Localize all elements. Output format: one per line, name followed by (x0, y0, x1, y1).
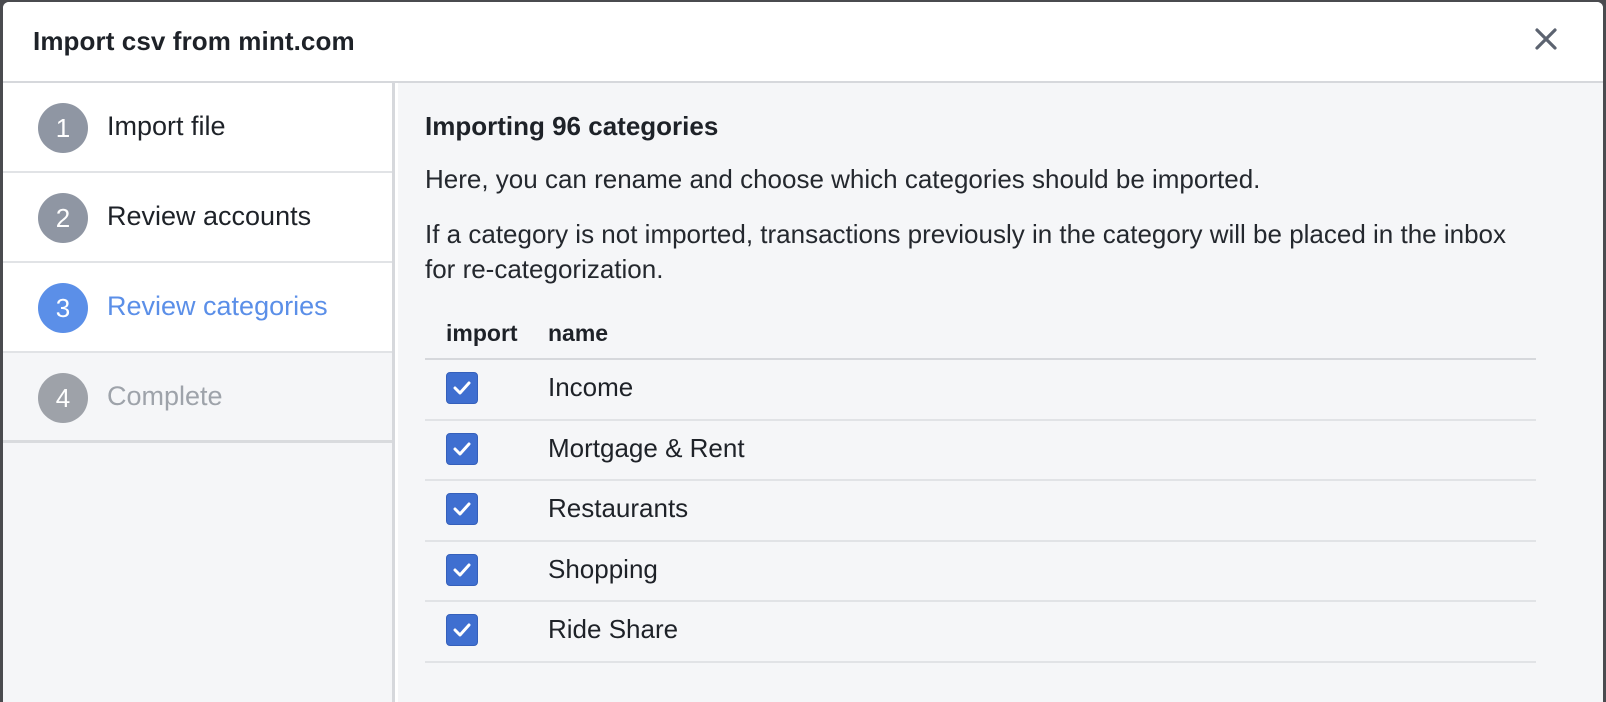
steps-sidebar: 1 Import file 2 Review accounts 3 Review… (3, 83, 395, 702)
category-name[interactable]: Shopping (548, 554, 658, 585)
modal-header: Import csv from mint.com (3, 2, 1603, 83)
checkmark-icon (453, 623, 471, 637)
step-review-accounts[interactable]: 2 Review accounts (3, 173, 392, 263)
step-label: Review accounts (107, 201, 312, 231)
close-button[interactable] (1531, 24, 1561, 54)
table-row: Income (425, 360, 1536, 421)
description-not-imported: If a category is not imported, transacti… (425, 219, 1507, 284)
step-label: Import file (107, 111, 226, 141)
checkmark-icon (453, 381, 471, 395)
checkmark-icon (453, 563, 471, 576)
step-label: Review categories (107, 291, 328, 321)
step-number-badge: 4 (38, 373, 88, 423)
step-number-badge: 1 (38, 103, 88, 153)
main-content: Importing 96 categories Here, you can re… (398, 83, 1603, 702)
import-checkbox[interactable] (446, 553, 478, 586)
column-header-import: import (446, 320, 518, 346)
section-title: Importing 96 categories (425, 111, 719, 141)
checkmark-icon (453, 502, 471, 516)
import-modal: Import csv from mint.com 1 Import file 2… (3, 2, 1603, 702)
import-checkbox[interactable] (446, 614, 478, 646)
step-complete: 4 Complete (3, 353, 392, 443)
category-name[interactable]: Mortgage & Rent (548, 433, 745, 464)
checkmark-icon (453, 442, 471, 455)
table-row: Mortgage & Rent (425, 421, 1536, 481)
category-name[interactable]: Restaurants (548, 493, 688, 524)
step-number-badge: 2 (38, 193, 88, 243)
step-import-file[interactable]: 1 Import file (3, 83, 392, 173)
table-row: Restaurants (425, 481, 1536, 542)
table-row: Shopping (425, 542, 1536, 602)
step-label: Complete (107, 381, 223, 411)
close-icon (1535, 28, 1557, 50)
table-row: Ride Share (425, 602, 1536, 663)
table-header: import name (425, 313, 1536, 360)
step-number-badge: 3 (38, 283, 88, 333)
column-header-name: name (548, 320, 609, 346)
modal-title: Import csv from mint.com (33, 26, 355, 56)
categories-table: import name Income Mortgage & Rent Resta… (425, 313, 1536, 663)
import-checkbox[interactable] (446, 372, 478, 404)
category-name[interactable]: Income (548, 372, 633, 403)
category-name[interactable]: Ride Share (548, 614, 678, 645)
import-checkbox[interactable] (446, 432, 478, 465)
description-rename: Here, you can rename and choose which ca… (425, 164, 1261, 194)
step-review-categories[interactable]: 3 Review categories (3, 263, 392, 353)
import-checkbox[interactable] (446, 493, 478, 525)
